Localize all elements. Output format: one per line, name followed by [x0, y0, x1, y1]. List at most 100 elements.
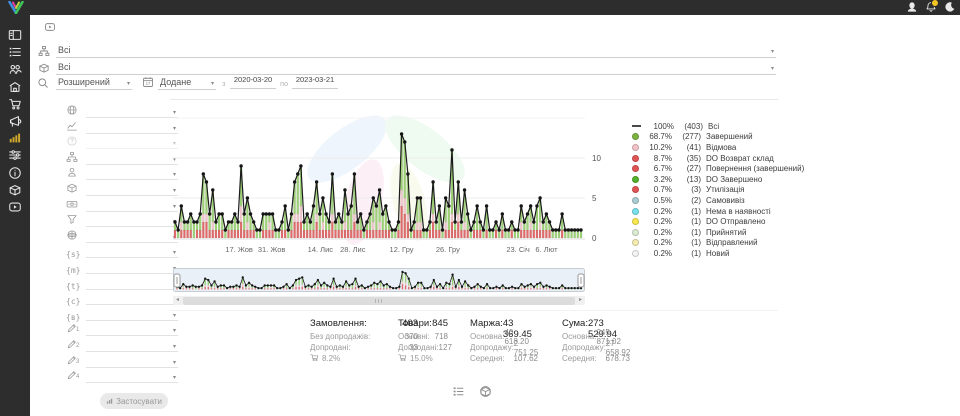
stat-column: Маржа:43 369.45Основна:40 618.20Допродаж…	[470, 318, 538, 364]
legend-percent: 100%	[644, 122, 674, 131]
sidebar-item-info[interactable]	[8, 166, 22, 180]
cube-view-icon[interactable]	[479, 385, 492, 398]
panel-filter-select[interactable]: ▾	[86, 244, 178, 258]
legend-label: Відмова	[706, 143, 736, 152]
nav-handle-left[interactable]	[174, 274, 180, 287]
legend-swatch	[632, 250, 639, 257]
panel-filter-select[interactable]: ▾	[86, 229, 178, 243]
chart-scrollbar[interactable]: ◂ ▸	[173, 296, 585, 305]
legend-item[interactable]: 68.7%(277)Завершений	[632, 132, 804, 143]
legend-item[interactable]: 100%(403)Всі	[632, 121, 804, 132]
date-from-input[interactable]: 2020-03-20	[230, 75, 276, 89]
panel-filter-select[interactable]: ▾	[86, 322, 178, 336]
user-icon[interactable]	[906, 1, 918, 13]
legend-item[interactable]: 10.2%(41)Відмова	[632, 142, 804, 153]
stat-title-label: Сума:	[562, 318, 588, 331]
sidebar-item-settings-sliders[interactable]	[8, 148, 22, 162]
panel-filter-row-money: ▾	[64, 198, 184, 212]
panel-filter-select[interactable]: ▾	[86, 198, 178, 212]
panel-filter-select[interactable]: ▾	[86, 104, 178, 118]
stat-row-label: 15.0%	[410, 354, 433, 363]
apply-button[interactable]: Застосувати	[100, 393, 168, 409]
chevron-down-icon: ▾	[173, 343, 176, 350]
nav-handle-right[interactable]	[578, 274, 584, 287]
legend-item[interactable]: 6.7%(27)Повернення (завершений)	[632, 163, 804, 174]
stat-row-label: Допродажу:	[470, 343, 514, 352]
sidebar-item-promo[interactable]	[8, 114, 22, 128]
product-filter-value: Всі	[58, 62, 71, 72]
panel-filter-select[interactable]: ▾	[86, 369, 178, 383]
panel-filter-select[interactable]: ▾	[86, 291, 178, 305]
legend-label: Самовивіз	[706, 196, 745, 205]
list-view-icon[interactable]	[452, 385, 465, 398]
panel-filter-select[interactable]: ▾	[86, 166, 178, 180]
panel-filter-row-pencil-3: 3▾	[64, 354, 184, 368]
panel-filter-select[interactable]: ▾	[86, 307, 178, 321]
chart-navigator[interactable]	[173, 268, 585, 299]
panel-filter-select[interactable]: ▾	[86, 276, 178, 290]
sidebar-item-products-box[interactable]	[8, 183, 22, 197]
sidebar-item-orders-list[interactable]	[8, 45, 22, 59]
svg-text:5: 5	[592, 194, 597, 203]
panel-filter-select[interactable]: ▾	[86, 354, 178, 368]
legend-item[interactable]: 3.2%(13)DO Завершено	[632, 174, 804, 185]
panel-filter-select[interactable]: ▾	[86, 213, 178, 227]
app-root: Всі ▾ Всі ▾ Розширений ▾ 17	[0, 0, 960, 416]
main-sidebar	[0, 0, 30, 416]
legend-item[interactable]: 0.2%(1)Нема в наявності	[632, 206, 804, 217]
legend-item[interactable]: 0.2%(1)Відправлений	[632, 238, 804, 249]
legend-count: (35)	[674, 154, 701, 163]
scroll-left-arrow-icon[interactable]: ◂	[173, 296, 182, 305]
legend-item[interactable]: 8.7%(35) DO Возврат склад	[632, 153, 804, 164]
panel-filter-select[interactable]: ▾	[86, 151, 178, 165]
scroll-right-arrow-icon[interactable]: ▸	[576, 296, 585, 305]
search-mode-select[interactable]: Розширений ▾	[56, 74, 132, 90]
stat-row: 15.0%	[398, 353, 448, 364]
panel-filter-select[interactable]: ▾	[86, 338, 178, 352]
mini-chart-icon	[106, 397, 113, 405]
date-field-select[interactable]: Додане ▾	[158, 74, 216, 90]
date-to-input[interactable]: 2023-03-21	[292, 75, 338, 89]
panel-filter-select[interactable]: ▾	[86, 182, 178, 196]
scrollbar-thumb[interactable]	[183, 297, 575, 305]
dark-mode-moon-icon[interactable]	[944, 1, 956, 13]
product-filter-icon	[38, 62, 50, 74]
product-filter-select[interactable]: Всі ▾	[56, 58, 776, 75]
legend-item[interactable]: 0.5%(2)Самовивіз	[632, 195, 804, 206]
legend-item[interactable]: 0.2%(1)Прийнятий	[632, 227, 804, 238]
legend-label: DO Возврат склад	[706, 154, 774, 163]
legend-count: (1)	[674, 207, 701, 216]
legend-label: Прийнятий	[706, 228, 747, 237]
brand-logo-icon[interactable]	[7, 1, 25, 14]
notifications-bell-icon[interactable]	[925, 1, 937, 13]
money-icon	[66, 198, 78, 210]
stat-column: Товари:845Основні:718Допродані:12715.0%	[398, 318, 448, 364]
apply-button-label: Застосувати	[116, 397, 162, 406]
cart-icon	[398, 353, 410, 364]
sidebar-item-analytics[interactable]	[8, 131, 22, 145]
chevron-down-icon: ▾	[173, 374, 176, 381]
chevron-down-icon: ▾	[127, 80, 130, 87]
package-icon	[66, 182, 78, 194]
sidebar-item-cart[interactable]	[8, 97, 22, 111]
legend-label: DO Отправлено	[706, 217, 765, 226]
legend-item[interactable]: 0.2%(1)Новий	[632, 248, 804, 259]
legend-swatch	[632, 133, 639, 140]
panel-filter-row-package: ▾	[64, 182, 184, 196]
legend-percent: 0.7%	[642, 185, 672, 194]
panel-filter-select[interactable]: ▾	[86, 120, 178, 134]
sidebar-item-store[interactable]	[8, 80, 22, 94]
legend-item[interactable]: 0.7%(3)Утилізація	[632, 185, 804, 196]
sidebar-item-video[interactable]	[8, 200, 22, 214]
panel-filter-select[interactable]: ▾	[86, 260, 178, 274]
main-chart: 051017. Жов31. Жов14. Лис28. Лис12. Гру2…	[173, 98, 605, 263]
sidebar-item-dashboard[interactable]	[8, 28, 22, 42]
legend-item[interactable]: 0.2%(1)DO Отправлено	[632, 216, 804, 227]
panel-filter-select[interactable]: ▾	[86, 135, 178, 149]
legend-percent: 8.7%	[642, 154, 672, 163]
svg-text:17. Жов: 17. Жов	[225, 245, 253, 254]
video-hint-icon[interactable]	[44, 21, 56, 33]
legend-label: Новий	[706, 249, 729, 258]
sidebar-item-customers[interactable]	[8, 62, 22, 76]
status-filter-select[interactable]: Всі ▾	[56, 41, 776, 58]
